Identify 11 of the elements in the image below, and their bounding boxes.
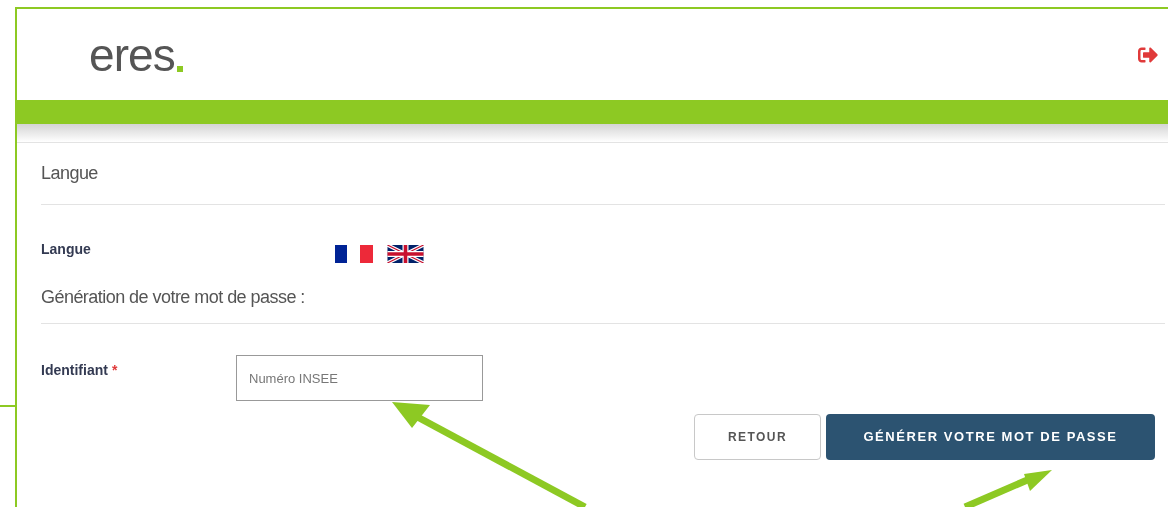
field-label: Identifiant — [41, 361, 108, 380]
british-flag-icon[interactable] — [387, 245, 424, 263]
back-button[interactable]: RETOUR — [694, 414, 821, 460]
french-flag-icon[interactable] — [335, 245, 373, 263]
section-title: Langue — [41, 162, 98, 185]
section-title: Génération de votre mot de passe : — [41, 286, 305, 309]
required-mark: * — [111, 361, 118, 380]
generate-button[interactable]: GÉNÉRER VOTRE MOT DE PASSE — [826, 414, 1155, 460]
field-label: Langue — [41, 240, 92, 259]
logo: eres — [89, 31, 183, 78]
identifier-field[interactable]: Numéro INSEE — [236, 355, 483, 401]
